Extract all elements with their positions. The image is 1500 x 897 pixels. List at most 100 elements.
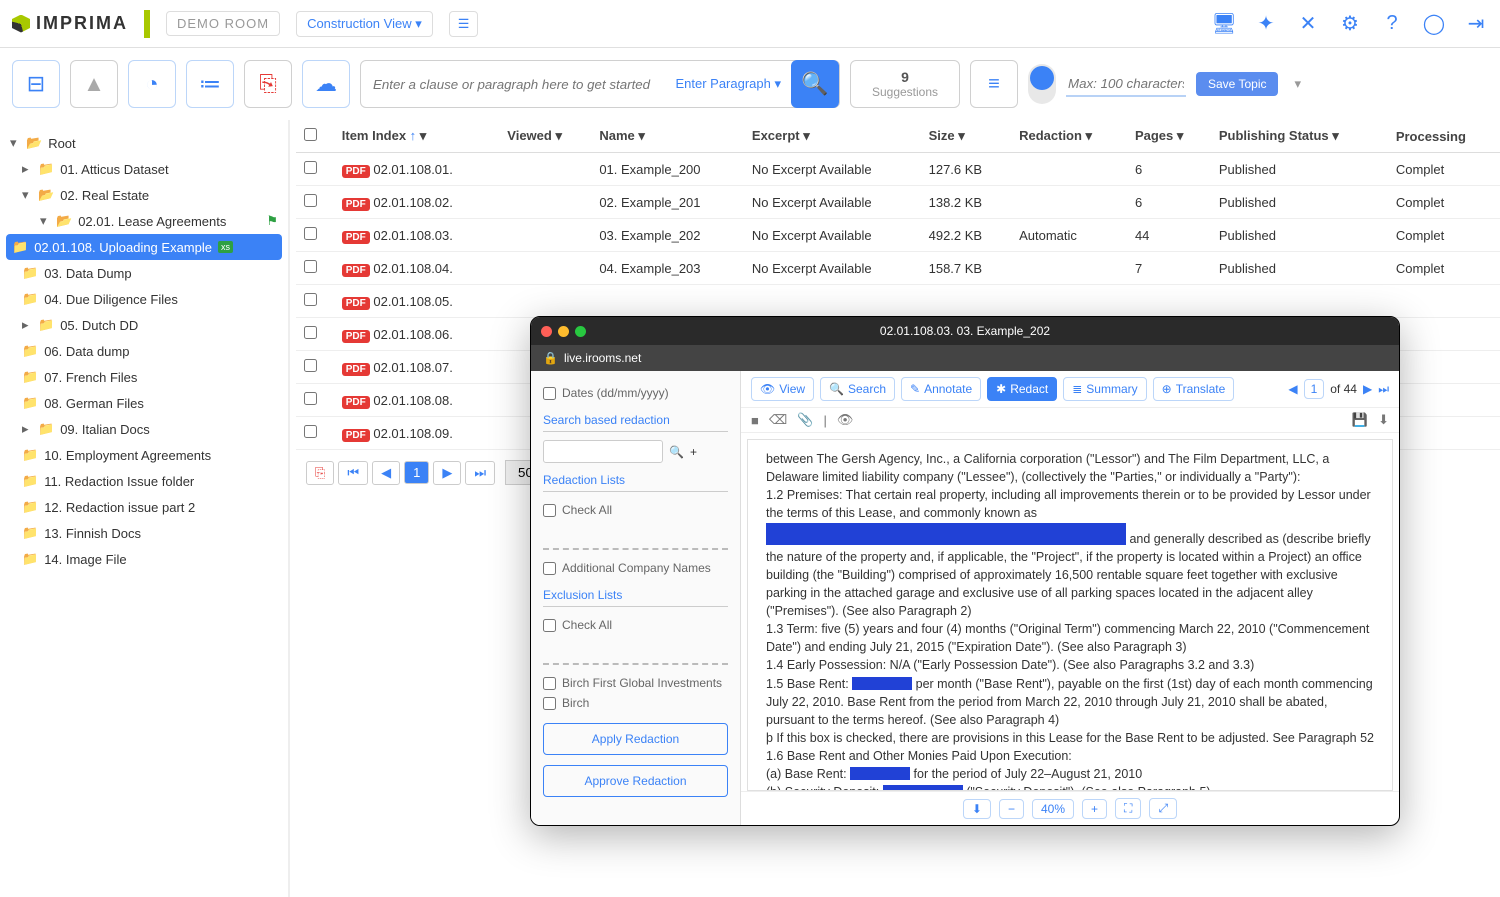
- next-page-button[interactable]: ▶: [1363, 382, 1372, 396]
- row-checkbox[interactable]: [304, 194, 317, 207]
- save-icon[interactable]: 💾: [1352, 412, 1368, 428]
- list-button[interactable]: ☰: [449, 11, 479, 37]
- tree-item[interactable]: ▸📁01. Atticus Dataset: [0, 156, 288, 182]
- col-processing[interactable]: Processing: [1388, 120, 1500, 153]
- tree-item[interactable]: ▸📁05. Dutch DD: [0, 312, 288, 338]
- search-button[interactable]: 🔍 Search: [820, 377, 895, 401]
- translate-button[interactable]: ⊕ Translate: [1153, 377, 1235, 401]
- col-pub-status[interactable]: Publishing Status ▾: [1211, 120, 1388, 153]
- pager-next[interactable]: ▶: [433, 461, 461, 485]
- col-pages[interactable]: Pages ▾: [1127, 120, 1211, 153]
- tree-item[interactable]: 📁12. Redaction issue part 2: [0, 494, 288, 520]
- col-item-index[interactable]: Item Index ↑ ▾: [334, 120, 500, 153]
- redact-button[interactable]: ✱ Redact: [987, 377, 1057, 401]
- add-icon[interactable]: +: [690, 445, 697, 459]
- pager-first[interactable]: ⏮: [338, 461, 368, 485]
- search-icon[interactable]: 🔍: [669, 445, 684, 459]
- col-checkbox[interactable]: [296, 120, 334, 153]
- view-selector[interactable]: Construction View ▾: [296, 11, 433, 37]
- tree-item[interactable]: ▸📁09. Italian Docs: [0, 416, 288, 442]
- toggle-switch[interactable]: [1028, 64, 1056, 104]
- save-dropdown[interactable]: ▾: [1294, 76, 1301, 92]
- table-row[interactable]: PDF 02.01.108.01. 01. Example_200No Exce…: [296, 153, 1500, 186]
- pager-prev[interactable]: ◀: [372, 461, 400, 485]
- download-icon[interactable]: ⬇: [1378, 412, 1389, 428]
- cloud-tool-button[interactable]: ☁: [302, 60, 350, 108]
- topic-input[interactable]: [1066, 72, 1186, 97]
- col-name[interactable]: Name ▾: [591, 120, 744, 153]
- tree-item-selected[interactable]: 📁02.01.108. Uploading Examplexs: [6, 234, 282, 260]
- minimize-icon[interactable]: [558, 326, 569, 337]
- suggestions-panel[interactable]: 9 Suggestions: [850, 60, 960, 108]
- prev-page-button[interactable]: ◀: [1288, 382, 1297, 396]
- document-content[interactable]: between The Gersh Agency, Inc., a Califo…: [747, 439, 1393, 791]
- zoom-out-button[interactable]: −: [999, 799, 1024, 819]
- search-button[interactable]: 🔍: [791, 60, 839, 108]
- tree-item[interactable]: ▾📂02. Real Estate: [0, 182, 288, 208]
- col-redaction[interactable]: Redaction ▾: [1011, 120, 1127, 153]
- clip-icon[interactable]: 📎: [797, 412, 813, 428]
- redaction-search-input[interactable]: [543, 440, 663, 463]
- close-icon[interactable]: [541, 326, 552, 337]
- tree-item[interactable]: 📁06. Data dump: [0, 338, 288, 364]
- last-page-button[interactable]: ⏭: [1378, 382, 1389, 397]
- logout-icon[interactable]: ⇥: [1464, 12, 1488, 36]
- gear-icon[interactable]: ⚙: [1338, 12, 1362, 36]
- row-checkbox[interactable]: [304, 293, 317, 306]
- col-excerpt[interactable]: Excerpt ▾: [744, 120, 921, 153]
- save-topic-button[interactable]: Save Topic: [1196, 72, 1278, 96]
- page-input[interactable]: 1: [1304, 379, 1325, 399]
- col-viewed[interactable]: Viewed ▾: [499, 120, 591, 153]
- export-tool-button[interactable]: ⎘: [244, 60, 292, 108]
- tree-item[interactable]: 📁14. Image File: [0, 546, 288, 572]
- approve-redaction-button[interactable]: Approve Redaction: [543, 765, 728, 797]
- zoom-in-button[interactable]: +: [1082, 799, 1107, 819]
- additional-names-checkbox[interactable]: Additional Company Names: [543, 558, 728, 578]
- tree-item[interactable]: 📁10. Employment Agreements: [0, 442, 288, 468]
- tree-item[interactable]: 📁13. Finnish Docs: [0, 520, 288, 546]
- row-checkbox[interactable]: [304, 425, 317, 438]
- pager-current[interactable]: 1: [404, 461, 429, 484]
- maximize-icon[interactable]: [575, 326, 586, 337]
- stop-icon[interactable]: ■: [751, 413, 759, 428]
- pager-export[interactable]: ⎘: [306, 461, 334, 485]
- tree-tool-button[interactable]: ⊟: [12, 60, 60, 108]
- row-checkbox[interactable]: [304, 260, 317, 273]
- download-arrow-icon[interactable]: ⬇: [963, 799, 991, 819]
- user-icon[interactable]: ◯: [1422, 12, 1446, 36]
- tree-item[interactable]: 📁03. Data Dump: [0, 260, 288, 286]
- row-checkbox[interactable]: [304, 392, 317, 405]
- annotate-button[interactable]: ✎ Annotate: [901, 377, 981, 401]
- checkall-exclusion[interactable]: Check All: [543, 615, 728, 635]
- eraser-icon[interactable]: ⌫: [769, 412, 787, 428]
- sparkle-icon[interactable]: ✦: [1254, 12, 1278, 36]
- enter-paragraph-dropdown[interactable]: Enter Paragraph ▾: [665, 76, 791, 92]
- dates-checkbox[interactable]: Dates (dd/mm/yyyy): [543, 383, 728, 403]
- view-button[interactable]: 👁 View: [751, 377, 814, 401]
- clause-search-input[interactable]: [373, 77, 665, 92]
- birch-checkbox[interactable]: Birch: [543, 693, 728, 713]
- apply-redaction-button[interactable]: Apply Redaction: [543, 723, 728, 755]
- fit-width-button[interactable]: ⛶: [1115, 798, 1141, 819]
- window-controls[interactable]: [541, 326, 586, 337]
- zoom-level[interactable]: 40%: [1032, 799, 1074, 819]
- checkall-redaction[interactable]: Check All: [543, 500, 728, 520]
- chart-tool-button[interactable]: ◔: [128, 60, 176, 108]
- tree-item[interactable]: 📁08. German Files: [0, 390, 288, 416]
- table-row[interactable]: PDF 02.01.108.03. 03. Example_202No Exce…: [296, 219, 1500, 252]
- filter-button[interactable]: ≡: [970, 60, 1018, 108]
- tree-root[interactable]: ▾📂Root: [0, 130, 288, 156]
- tools-icon[interactable]: ✕: [1296, 12, 1320, 36]
- col-size[interactable]: Size ▾: [921, 120, 1011, 153]
- row-checkbox[interactable]: [304, 359, 317, 372]
- row-checkbox[interactable]: [304, 161, 317, 174]
- warning-tool-button[interactable]: ▲: [70, 60, 118, 108]
- summary-button[interactable]: ≣ Summary: [1063, 377, 1146, 401]
- birch-global-checkbox[interactable]: Birch First Global Investments: [543, 673, 728, 693]
- table-row[interactable]: PDF 02.01.108.05.: [296, 285, 1500, 318]
- row-checkbox[interactable]: [304, 326, 317, 339]
- tree-item[interactable]: 📁04. Due Diligence Files: [0, 286, 288, 312]
- table-row[interactable]: PDF 02.01.108.02. 02. Example_201No Exce…: [296, 186, 1500, 219]
- table-row[interactable]: PDF 02.01.108.04. 04. Example_203No Exce…: [296, 252, 1500, 285]
- fullscreen-button[interactable]: ⤢: [1149, 798, 1177, 819]
